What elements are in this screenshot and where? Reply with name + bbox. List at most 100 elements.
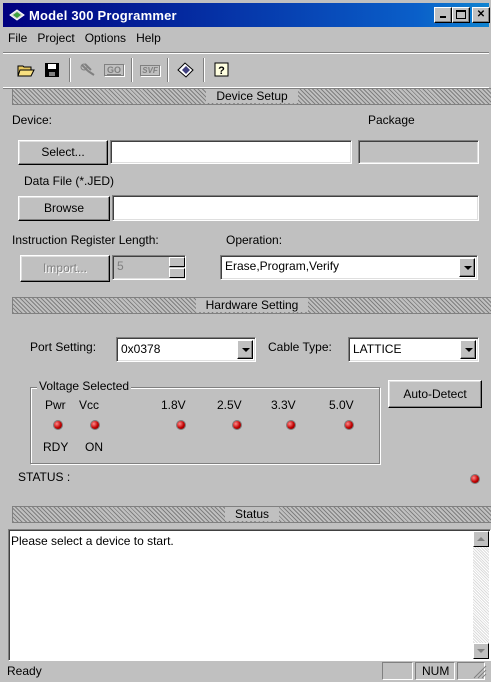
data-file-label: Data File (*.JED) <box>24 174 115 188</box>
arrow-up-icon <box>477 537 485 541</box>
num-lock-indicator: NUM <box>415 662 455 680</box>
menu-options[interactable]: Options <box>80 28 131 45</box>
chevron-down-icon[interactable] <box>459 258 475 277</box>
toolbar-separator <box>167 58 169 82</box>
svg-text:?: ? <box>218 65 225 77</box>
browse-button-label: Browse <box>43 201 84 215</box>
led-5v0-icon <box>345 421 353 429</box>
minimize-button[interactable] <box>434 7 452 23</box>
toolbar-separator <box>69 58 71 82</box>
open-folder-icon <box>17 65 35 77</box>
program-icon <box>177 62 194 78</box>
data-file-field[interactable] <box>112 195 479 221</box>
browse-button[interactable]: Browse <box>18 196 110 221</box>
resize-grip-icon[interactable] <box>473 665 487 679</box>
port-setting-value: 0x0378 <box>121 342 161 356</box>
import-button-label: Import... <box>42 261 87 275</box>
window-title: Model 300 Programmer <box>29 7 177 23</box>
select-button-label: Select... <box>41 145 85 159</box>
help-icon: ? <box>214 62 229 77</box>
led-3v3-icon <box>287 421 295 429</box>
operation-dropdown[interactable]: Erase,Program,Verify <box>220 255 478 280</box>
maximize-button[interactable] <box>452 7 470 23</box>
minimize-icon <box>440 16 446 18</box>
led-2v5-icon <box>233 421 241 429</box>
close-button[interactable]: ✕ <box>472 7 490 23</box>
on-led-icon <box>91 421 99 429</box>
program-button[interactable] <box>175 59 197 81</box>
app-icon <box>9 9 25 21</box>
volt-3v3-label: 3.3V <box>271 398 296 412</box>
close-icon: ✕ <box>476 9 486 20</box>
port-setting-label: Port Setting: <box>30 340 97 354</box>
status-bar: Ready NUM <box>3 661 489 681</box>
voltage-selected-group: Voltage Selected Pwr Vcc 1.8V 2.5V 3.3V … <box>30 379 380 464</box>
status-log[interactable]: Please select a device to start. <box>8 529 491 661</box>
scroll-down-button[interactable] <box>473 643 489 659</box>
help-button[interactable]: ? <box>211 59 233 81</box>
status-scrollbar[interactable] <box>473 531 489 659</box>
go-icon: GO <box>103 64 124 76</box>
spin-up-button[interactable] <box>169 257 185 267</box>
status-header: Status <box>12 506 491 523</box>
title-bar: Model 300 Programmer ✕ <box>3 3 490 27</box>
go-button[interactable]: GO <box>103 59 125 81</box>
arrow-down-icon <box>477 649 485 653</box>
cable-type-value: LATTICE <box>353 342 402 356</box>
chevron-down-icon[interactable] <box>460 340 476 359</box>
maximize-icon <box>456 10 466 19</box>
cable-type-dropdown[interactable]: LATTICE <box>348 337 479 362</box>
volt-5v0-label: 5.0V <box>329 398 354 412</box>
rdy-label: RDY <box>43 440 69 454</box>
operation-label: Operation: <box>226 233 283 247</box>
select-device-button[interactable]: Select... <box>18 140 108 165</box>
status-message: Please select a device to start. <box>11 534 174 548</box>
status-led-icon <box>471 475 479 483</box>
import-button[interactable]: Import... <box>20 255 110 282</box>
svf-icon: SVF <box>140 64 160 76</box>
volt-2v5-label: 2.5V <box>217 398 242 412</box>
vcc-label: Vcc <box>79 398 100 412</box>
save-disk-icon <box>45 63 59 77</box>
save-button[interactable] <box>41 59 63 81</box>
auto-detect-button[interactable]: Auto-Detect <box>388 380 482 408</box>
chevron-down-icon[interactable] <box>237 340 253 359</box>
menu-bar: File Project Options Help <box>3 28 489 50</box>
scan-icon <box>80 63 95 76</box>
port-setting-dropdown[interactable]: 0x0378 <box>116 337 256 362</box>
led-1v8-icon <box>177 421 185 429</box>
scan-button[interactable] <box>77 59 99 81</box>
toolbar: GO SVF ? <box>3 52 489 88</box>
toolbar-separator <box>131 58 133 82</box>
auto-detect-label: Auto-Detect <box>403 387 467 401</box>
menu-help[interactable]: Help <box>131 28 166 45</box>
ir-length-spinner[interactable]: 5 <box>112 255 186 280</box>
package-label: Package <box>368 113 415 127</box>
cable-type-label: Cable Type: <box>268 340 332 354</box>
open-button[interactable] <box>15 59 37 81</box>
operation-value: Erase,Program,Verify <box>225 259 340 273</box>
menu-project[interactable]: Project <box>32 28 79 45</box>
rdy-led-icon <box>54 421 62 429</box>
svf-button[interactable]: SVF <box>139 59 161 81</box>
scroll-up-button[interactable] <box>473 531 489 547</box>
hardware-setting-title: Hardware Setting <box>195 298 309 312</box>
device-setup-title: Device Setup <box>206 89 298 103</box>
voltage-selected-legend: Voltage Selected <box>37 379 132 393</box>
status-title: Status <box>224 507 280 521</box>
ir-length-value: 5 <box>117 259 124 273</box>
hardware-setting-header: Hardware Setting <box>12 297 491 314</box>
package-field <box>358 140 479 164</box>
toolbar-separator <box>203 58 205 82</box>
device-setup-header: Device Setup <box>12 88 491 105</box>
spin-down-button[interactable] <box>169 268 185 278</box>
pwr-label: Pwr <box>45 398 66 412</box>
status-pane-empty <box>382 662 413 680</box>
ir-length-label: Instruction Register Length: <box>12 233 159 247</box>
status-indicator-label: STATUS : <box>18 470 71 484</box>
device-field[interactable] <box>110 140 352 164</box>
menu-file[interactable]: File <box>3 28 32 45</box>
volt-1v8-label: 1.8V <box>161 398 186 412</box>
on-label: ON <box>85 440 103 454</box>
device-label: Device: <box>12 113 53 127</box>
